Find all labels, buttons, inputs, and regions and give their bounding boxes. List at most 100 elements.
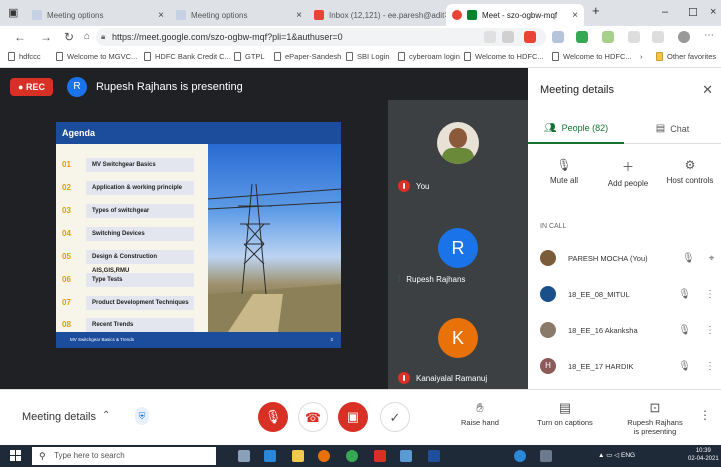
mic-muted-icon[interactable]: 🎙︎ — [682, 253, 695, 264]
office-icon[interactable] — [374, 450, 386, 462]
mic-muted-icon[interactable]: 🎙︎ — [678, 289, 691, 300]
action-label: Mute all — [549, 176, 578, 185]
close-panel-icon[interactable]: ✕ — [702, 82, 713, 98]
maximize-icon[interactable]: ☐ — [688, 6, 698, 19]
captions-label: Turn on captions — [537, 418, 593, 427]
bookmark-item[interactable]: Welcome to HDFC... — [464, 52, 544, 61]
participant-row[interactable]: 18_EE_16 Akanksha 🎙︎ ⋮ — [540, 320, 715, 340]
bookmark-item[interactable]: HDFC Bank Credit C... — [144, 52, 231, 61]
bookmarks-overflow-icon[interactable]: › — [640, 52, 643, 61]
browser-tab[interactable]: Meeting options × — [170, 4, 308, 26]
bookmark-item[interactable]: Welcome to MGVC... — [56, 52, 137, 61]
participant-row[interactable]: PARESH MOCHA (You) 🎙︎ ⌖ — [540, 248, 715, 268]
zoom-icon[interactable] — [502, 31, 514, 43]
collections-icon[interactable] — [652, 31, 664, 43]
agenda-label: MV Switchgear Basics — [86, 157, 194, 172]
leave-call-button[interactable]: ☎︎ — [298, 402, 328, 432]
chevron-up-icon[interactable]: ⌃ — [102, 410, 110, 421]
more-options-icon[interactable]: ⋮ — [705, 361, 715, 372]
close-tab-icon[interactable]: × — [158, 10, 164, 21]
host-controls-button[interactable]: ⚙︎ Host controls — [660, 158, 720, 185]
pin-icon[interactable]: ⌖ — [709, 253, 715, 264]
participant-name: 18_EE_08_MITUL — [568, 289, 630, 299]
search-placeholder: Type here to search — [54, 451, 125, 460]
participant-row[interactable]: H 18_EE_17 HARDIK 🎙︎ ⋮ — [540, 356, 715, 376]
people-icon: 👥︎ — [543, 122, 557, 134]
bookmark-item[interactable]: cyberoam login — [398, 52, 460, 61]
mic-muted-icon[interactable]: 🎙︎ — [678, 361, 691, 372]
bookmark-item[interactable]: hdfccc — [8, 52, 41, 61]
raise-hand-button[interactable]: ✋︎ Raise hand — [458, 400, 502, 427]
tab-chat[interactable]: ▤ Chat — [624, 114, 721, 144]
extension-icon[interactable] — [602, 31, 614, 43]
bookmark-item[interactable]: ePaper-Sandesh — [274, 52, 341, 61]
presenting-button[interactable]: ⊡ Rupesh Rajhans is presenting — [620, 400, 690, 436]
check-extension-icon[interactable] — [576, 31, 588, 43]
close-tab-icon[interactable]: × — [572, 10, 578, 21]
task-view-icon[interactable] — [238, 450, 250, 462]
tab-people-label: People (82) — [561, 123, 609, 133]
system-tray[interactable]: ▲ ▭ ◁ ENG — [598, 451, 635, 459]
taskbar-search-input[interactable]: ⚲ Type here to search — [32, 447, 216, 465]
windows-start-icon[interactable] — [10, 450, 22, 462]
meeting-details-toggle[interactable]: Meeting details — [22, 411, 96, 423]
minimize-icon[interactable]: – — [662, 6, 668, 18]
app-icon[interactable] — [428, 450, 440, 462]
forward-icon[interactable]: → — [40, 30, 52, 44]
window-menu-icon[interactable]: ▣ — [8, 6, 18, 19]
gmail-extension-icon[interactable] — [524, 31, 536, 43]
edge-icon[interactable] — [264, 450, 276, 462]
shield-icon[interactable]: ⛨ — [135, 407, 149, 425]
url-text: https://meet.google.com/szo-ogbw-mqf?pli… — [112, 32, 343, 42]
new-tab-button[interactable]: + — [592, 3, 600, 18]
presenter-avatar: R — [66, 77, 87, 97]
close-window-icon[interactable]: × — [710, 6, 716, 18]
more-options-icon[interactable]: ⋮ — [699, 408, 711, 422]
url-input[interactable]: 🔒︎ https://meet.google.com/szo-ogbw-mqf?… — [96, 28, 546, 46]
close-tab-icon[interactable]: × — [296, 10, 302, 21]
firefox-icon[interactable] — [318, 450, 330, 462]
camera-permission-icon[interactable] — [484, 31, 496, 43]
action-label: Add people — [607, 179, 649, 188]
mic-toggle-button[interactable]: 🎙︎ — [258, 402, 288, 432]
tab-people[interactable]: 👥︎ People (82) — [528, 114, 624, 144]
profile-avatar[interactable] — [678, 31, 690, 43]
tab-chat-label: Chat — [670, 123, 690, 134]
file-explorer-icon[interactable] — [292, 450, 304, 462]
add-people-button[interactable]: ＋ Add people — [598, 158, 658, 188]
app-icon[interactable] — [400, 450, 412, 462]
app-icon[interactable] — [540, 450, 552, 462]
meeting-details-panel: Meeting details ✕ 👥︎ People (82) ▤ Chat … — [528, 68, 721, 389]
bookmark-item[interactable]: SBI Login — [346, 52, 390, 61]
tab-title: Meet - szo-ogbw-mqf — [482, 10, 558, 20]
other-favorites-folder[interactable]: Other favorites — [656, 52, 716, 61]
self-avatar-photo — [437, 122, 479, 164]
presenting-label-line2: is presenting — [633, 427, 677, 436]
extension-icon[interactable] — [552, 31, 564, 43]
browser-tab[interactable]: Inbox (12,121) - ee.paresh@adit × — [308, 4, 446, 26]
mic-muted-icon[interactable]: 🎙︎ — [678, 325, 691, 336]
back-icon[interactable]: ← — [14, 30, 26, 44]
mute-all-icon: 🎙︎ — [556, 158, 572, 172]
reload-icon[interactable]: ↻ — [64, 30, 74, 44]
more-options-icon[interactable]: ⋮ — [705, 325, 715, 336]
more-options-icon[interactable]: ⋮ — [705, 289, 715, 300]
bookmark-item[interactable]: Welcome to HDFC... — [552, 52, 632, 61]
participant-avatar: H — [540, 358, 556, 374]
participant-row[interactable]: 18_EE_08_MITUL 🎙︎ ⋮ — [540, 284, 715, 304]
camera-toggle-button[interactable]: ▣ — [338, 402, 368, 432]
agenda-item: 05 Design & Construction AIS,GIS,RMU — [62, 248, 194, 274]
recording-badge: ● REC — [10, 78, 53, 96]
chrome-icon[interactable] — [346, 450, 358, 462]
mute-all-button[interactable]: 🎙︎ Mute all — [534, 158, 594, 185]
browser-tab-active[interactable]: Meet - szo-ogbw-mqf × — [446, 4, 584, 26]
taskbar-clock[interactable]: 10:39 02-04-2021 — [688, 447, 719, 463]
home-icon[interactable]: ⌂ — [84, 31, 90, 42]
captions-button[interactable]: ▤ Turn on captions — [530, 400, 600, 427]
app-icon[interactable] — [514, 450, 526, 462]
browser-menu-icon[interactable]: ⋯ — [704, 30, 714, 41]
check-button[interactable]: ✓ — [380, 402, 410, 432]
favorites-star-icon[interactable] — [628, 31, 640, 43]
browser-tab[interactable]: Meeting options × — [26, 4, 170, 26]
bookmark-item[interactable]: GTPL — [234, 52, 265, 61]
